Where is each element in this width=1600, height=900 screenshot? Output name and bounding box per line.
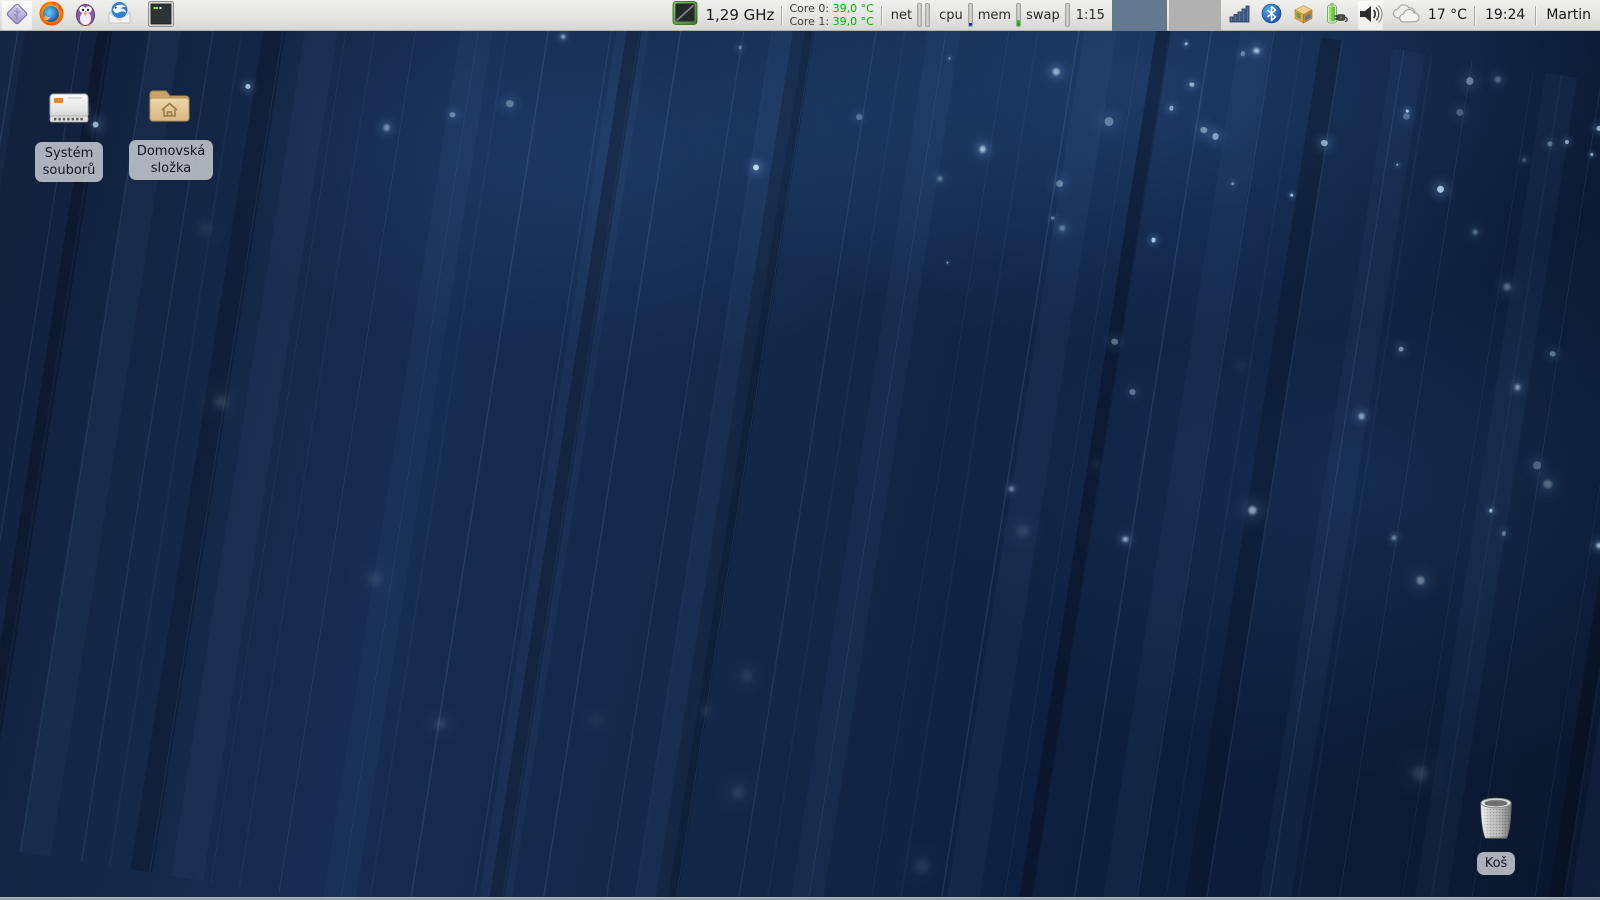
panel-separator xyxy=(781,6,782,25)
cpu-freq-plugin[interactable]: 1,29 GHz xyxy=(670,0,774,30)
desktop-icon-home[interactable]: Domovská složka xyxy=(129,81,213,180)
netload-plugin[interactable]: net xyxy=(889,0,930,30)
core1-label: Core 1: xyxy=(789,15,829,28)
core0-label: Core 0: xyxy=(789,2,829,15)
thunderbird-icon xyxy=(106,0,133,30)
system-tray xyxy=(1228,0,1383,30)
signal-strength-icon xyxy=(1229,4,1251,27)
cpu-bar xyxy=(968,3,973,27)
home-folder-label: Domovská složka xyxy=(129,140,213,180)
terminal-launcher[interactable] xyxy=(146,1,176,30)
swap-bar xyxy=(1065,3,1070,27)
desktop-icon-filesystem[interactable]: Systém souborů xyxy=(27,83,111,182)
system-graph-plugin[interactable] xyxy=(1169,0,1221,31)
panel-launchers xyxy=(2,0,176,30)
wallpaper xyxy=(0,31,1600,900)
user-menu[interactable]: Martin xyxy=(1543,7,1594,23)
clock[interactable]: 19:24 xyxy=(1482,7,1528,23)
cpu-chip-icon xyxy=(670,0,700,31)
uptime-value: 1:15 xyxy=(1076,8,1105,23)
mem-bar xyxy=(1016,3,1021,27)
panel-separator xyxy=(1474,6,1475,25)
app-menu-button[interactable] xyxy=(2,1,32,30)
trash-icon xyxy=(1474,793,1518,847)
mem-label: mem xyxy=(978,8,1011,23)
volume-tray[interactable] xyxy=(1358,1,1383,30)
cpu-label: cpu xyxy=(939,8,963,23)
desktop-screen: 1,29 GHz Core 0: 39,0 °C Core 1: 39,0 °C… xyxy=(0,0,1600,900)
thunderbird-launcher[interactable] xyxy=(104,1,134,30)
trash-label: Koš xyxy=(1477,852,1516,875)
pidgin-launcher[interactable] xyxy=(70,1,100,30)
bluetooth-icon xyxy=(1261,3,1282,27)
volume-icon xyxy=(1358,3,1383,28)
net-in-bar xyxy=(917,3,922,27)
core1-value: 39,0 °C xyxy=(833,15,874,28)
desktop-icon-trash[interactable]: Koš xyxy=(1454,793,1538,875)
weather-plugin[interactable]: 17 °C xyxy=(1390,0,1467,30)
desktop-surface[interactable]: Systém souborů Domovská složka xyxy=(0,31,1600,900)
panel-separator xyxy=(1535,6,1536,25)
firefox-icon xyxy=(38,0,65,30)
core0-value: 39,0 °C xyxy=(833,2,874,15)
panel-separator xyxy=(881,6,882,25)
cpu-freq-value: 1,29 GHz xyxy=(705,6,774,24)
home-folder-icon xyxy=(146,81,196,135)
terminal-icon xyxy=(147,0,175,31)
app-menu-icon xyxy=(4,1,30,30)
filesystem-label: Systém souborů xyxy=(35,142,104,182)
swap-label: swap xyxy=(1026,8,1060,23)
net-out-bar xyxy=(925,3,930,27)
firefox-launcher[interactable] xyxy=(36,1,66,30)
battery-plugged-icon xyxy=(1324,2,1350,28)
weather-cloud-icon xyxy=(1390,1,1423,29)
pidgin-icon xyxy=(72,0,99,30)
signal-strength-tray[interactable] xyxy=(1228,1,1252,30)
sensors-plugin[interactable]: Core 0: 39,0 °C Core 1: 39,0 °C xyxy=(789,0,873,30)
top-panel: 1,29 GHz Core 0: 39,0 °C Core 1: 39,0 °C… xyxy=(0,0,1600,31)
systemload-plugin[interactable]: cpu mem swap 1:15 xyxy=(937,0,1105,30)
bluetooth-tray[interactable] xyxy=(1260,1,1284,30)
graph-plugins xyxy=(1112,0,1221,31)
filesystem-icon xyxy=(44,83,94,137)
weather-temp: 17 °C xyxy=(1428,7,1467,23)
panel-plugins: 1,29 GHz Core 0: 39,0 °C Core 1: 39,0 °C… xyxy=(670,0,1594,30)
cpu-graph-plugin[interactable] xyxy=(1112,0,1167,31)
package-tray[interactable] xyxy=(1292,1,1316,30)
battery-tray[interactable] xyxy=(1324,1,1350,30)
package-icon xyxy=(1292,3,1315,28)
net-label: net xyxy=(891,8,912,23)
